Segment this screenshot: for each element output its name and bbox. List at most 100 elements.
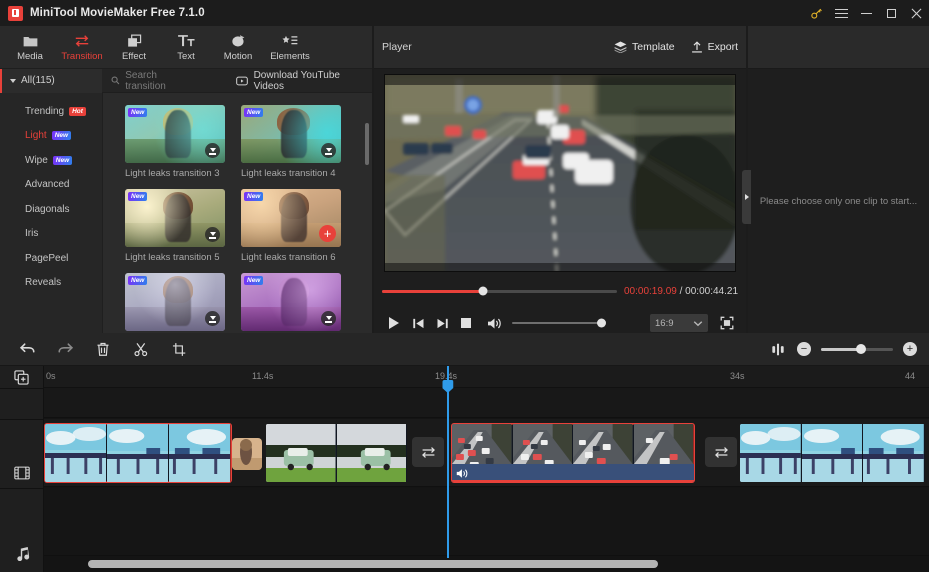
category-label: Reveals — [25, 277, 62, 289]
volume-slider[interactable] — [512, 318, 606, 328]
video-track-icon[interactable] — [0, 458, 44, 488]
audio-track-icon[interactable] — [0, 538, 44, 568]
add-media-icon[interactable] — [0, 366, 43, 388]
timeline-ruler[interactable]: 0s 11.4s 19.4s 34s 44 — [0, 366, 929, 388]
close-icon[interactable] — [904, 0, 929, 26]
download-icon[interactable] — [321, 311, 336, 326]
maximize-icon[interactable] — [879, 0, 904, 26]
aspect-ratio-select[interactable]: 16:9 — [650, 314, 708, 332]
zoom-slider[interactable] — [821, 344, 893, 354]
audio-track-lane[interactable] — [44, 488, 929, 556]
new-badge: New — [51, 131, 72, 141]
delete-button[interactable] — [84, 335, 122, 363]
transition-thumbnail[interactable]: New — [241, 105, 341, 163]
redo-button[interactable] — [46, 335, 84, 363]
fit-to-timeline-icon[interactable] — [769, 340, 787, 358]
transition-thumbnail[interactable]: New + — [241, 189, 341, 247]
tab-media[interactable]: Media — [4, 27, 56, 68]
download-icon[interactable] — [321, 143, 336, 158]
crop-button[interactable] — [160, 335, 198, 363]
tab-transition[interactable]: Transition — [56, 27, 108, 68]
zoom-handle[interactable] — [855, 344, 866, 354]
tab-motion[interactable]: Motion — [212, 27, 264, 68]
key-icon[interactable] — [804, 0, 829, 26]
category-advanced[interactable]: Advanced — [0, 173, 102, 198]
category-diagonals[interactable]: Diagonals — [0, 197, 102, 222]
minimize-icon[interactable] — [854, 0, 879, 26]
search-input[interactable]: Search transition — [111, 70, 199, 92]
category-reveals[interactable]: Reveals — [0, 271, 102, 296]
transition-item[interactable]: New Light leaks transition 4 — [241, 105, 341, 179]
seek-handle[interactable] — [478, 286, 488, 296]
download-icon[interactable] — [205, 311, 220, 326]
table-row[interactable] — [44, 423, 232, 483]
new-badge: New — [244, 192, 264, 201]
panel-collapse-handle[interactable] — [742, 170, 751, 224]
next-frame-icon[interactable] — [430, 312, 454, 334]
volume-icon[interactable] — [456, 468, 468, 479]
category-dropdown[interactable]: All(115) — [0, 68, 103, 93]
library-scrollbar[interactable] — [365, 123, 369, 165]
tab-text[interactable]: Text — [160, 27, 212, 68]
undo-button[interactable] — [8, 335, 46, 363]
timeline-hscroll-track[interactable] — [88, 560, 929, 568]
tab-label: Effect — [121, 50, 147, 62]
seek-slider[interactable] — [382, 286, 617, 296]
transition-thumbnail[interactable]: New — [241, 273, 341, 331]
category-trending[interactable]: Trending Hot — [0, 99, 102, 124]
transition-thumbnail[interactable]: New — [125, 273, 225, 331]
window-title: MiniTool MovieMaker Free 7.1.0 — [30, 7, 205, 19]
tab-effect[interactable]: Effect — [108, 27, 160, 68]
hot-badge: Hot — [69, 106, 86, 116]
previous-frame-icon[interactable] — [406, 312, 430, 334]
timeline-panel: − + 0s 11.4s 19.4s 34s 44 — [0, 333, 929, 572]
tab-elements[interactable]: Elements — [264, 27, 316, 68]
zoom-in-icon[interactable]: + — [901, 340, 919, 358]
minitool-logo-icon — [8, 5, 23, 21]
video-track[interactable] — [44, 419, 929, 487]
export-button[interactable]: Export — [691, 40, 738, 54]
category-wipe[interactable]: Wipe New — [0, 148, 102, 173]
volume-handle[interactable] — [597, 318, 606, 328]
table-row[interactable] — [451, 423, 695, 483]
video-preview[interactable] — [384, 73, 736, 272]
stop-icon[interactable] — [454, 312, 478, 334]
split-button[interactable] — [122, 335, 160, 363]
tab-label: Elements — [270, 50, 310, 62]
zoom-out-icon[interactable]: − — [795, 340, 813, 358]
transition-thumbnail[interactable]: New — [125, 189, 225, 247]
download-youtube-button[interactable]: Download YouTube Videos — [235, 70, 372, 92]
track-headers — [0, 366, 44, 572]
preview-frame-image — [385, 74, 735, 271]
transition-item[interactable]: New Light leaks transition 3 — [125, 105, 225, 179]
volume-icon[interactable] — [482, 312, 506, 334]
category-label: Trending — [25, 105, 65, 117]
transition-item-selected[interactable]: New + Light leaks transition 6 — [241, 189, 341, 263]
transition-marker-2[interactable] — [705, 437, 737, 467]
table-row[interactable] — [740, 424, 925, 482]
play-icon[interactable] — [382, 312, 406, 334]
transition-item[interactable]: New Light leaks transition 7 — [125, 273, 225, 333]
fullscreen-icon[interactable] — [716, 313, 738, 333]
category-count-label: All(115) — [21, 75, 55, 86]
transition-item[interactable]: New Light leaks transition 5 — [125, 189, 225, 263]
gap-thumbnail[interactable] — [232, 438, 262, 470]
pip-track[interactable] — [44, 388, 929, 418]
timeline-hscroll-thumb[interactable] — [88, 560, 658, 568]
total-time: 00:00:44.21 — [685, 285, 738, 297]
hamburger-menu-icon[interactable] — [829, 0, 854, 26]
table-row[interactable] — [266, 424, 407, 482]
playhead[interactable] — [442, 366, 454, 558]
category-light[interactable]: Light New — [0, 124, 102, 149]
add-transition-icon[interactable]: + — [319, 225, 336, 242]
transition-thumbnail[interactable]: New — [125, 105, 225, 163]
category-pagepeel[interactable]: PagePeel — [0, 246, 102, 271]
transition-item[interactable]: New Light leaks transition 8 — [241, 273, 341, 333]
download-icon[interactable] — [205, 143, 220, 158]
download-icon[interactable] — [205, 227, 220, 242]
transition-icon — [74, 33, 90, 48]
motion-icon — [231, 33, 246, 48]
transition-marker-1[interactable] — [412, 437, 444, 467]
template-button[interactable]: Template — [614, 41, 675, 53]
category-iris[interactable]: Iris — [0, 222, 102, 247]
